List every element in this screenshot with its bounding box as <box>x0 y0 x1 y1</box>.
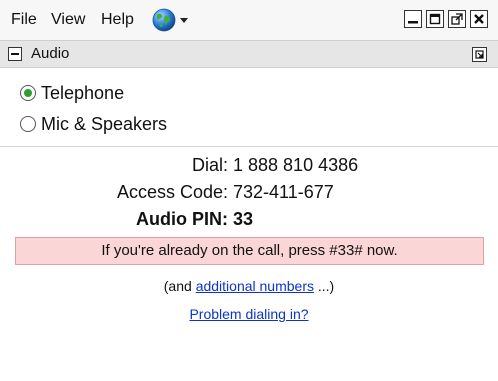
menu-help[interactable]: Help <box>101 10 134 30</box>
restore-button[interactable] <box>448 10 466 28</box>
additional-numbers-line: (and additional numbers ...) <box>0 277 498 295</box>
minimize-button[interactable] <box>404 10 422 28</box>
additional-numbers-link[interactable]: additional numbers <box>196 278 314 294</box>
problem-dialing-line: Problem dialing in? <box>0 305 498 323</box>
close-button[interactable] <box>470 10 488 28</box>
collapse-icon[interactable] <box>8 47 22 61</box>
popout-button[interactable] <box>472 47 487 62</box>
maximize-button[interactable] <box>426 10 444 28</box>
already-on-call-alert: If you're already on the call, press #33… <box>15 237 484 265</box>
problem-dialing-link[interactable]: Problem dialing in? <box>189 306 308 322</box>
audio-pin-label: Audio PIN: <box>136 209 228 229</box>
panel-title: Audio <box>31 45 70 62</box>
menu-view[interactable]: View <box>51 10 85 30</box>
access-code-row: Access Code: 732-411-677 <box>0 180 498 206</box>
additional-numbers-prefix: (and <box>163 278 196 294</box>
chevron-down-icon <box>180 18 188 23</box>
audio-panel-header: Audio <box>0 40 498 68</box>
language-menu-button[interactable] <box>152 8 192 32</box>
audio-pin-row: Audio PIN: 33 <box>0 207 498 233</box>
dial-label: Dial: <box>191 155 228 175</box>
globe-icon <box>152 8 176 32</box>
close-icon <box>474 14 484 24</box>
mic-speakers-label[interactable]: Mic & Speakers <box>41 113 167 135</box>
dial-number: 1 888 810 4386 <box>233 155 359 175</box>
menu-bar: File View Help <box>0 0 498 40</box>
dial-row: Dial: 1 888 810 4386 <box>0 153 498 179</box>
popout-icon <box>475 50 484 59</box>
mic-speakers-radio[interactable] <box>20 116 36 132</box>
maximize-icon <box>429 13 441 25</box>
divider <box>0 146 498 147</box>
gotomeeting-audio-window: File View Help Audio Telephone Mic & Spe… <box>0 0 498 381</box>
access-code-label: Access Code: <box>116 182 228 202</box>
audio-pin-value: 33 <box>233 209 254 229</box>
telephone-radio[interactable] <box>20 85 36 101</box>
minimize-icon <box>408 21 418 24</box>
restore-icon <box>451 13 463 25</box>
menu-file[interactable]: File <box>11 10 37 30</box>
telephone-label[interactable]: Telephone <box>41 82 124 104</box>
additional-numbers-suffix: ...) <box>313 278 335 294</box>
access-code-value: 732-411-677 <box>233 182 334 202</box>
